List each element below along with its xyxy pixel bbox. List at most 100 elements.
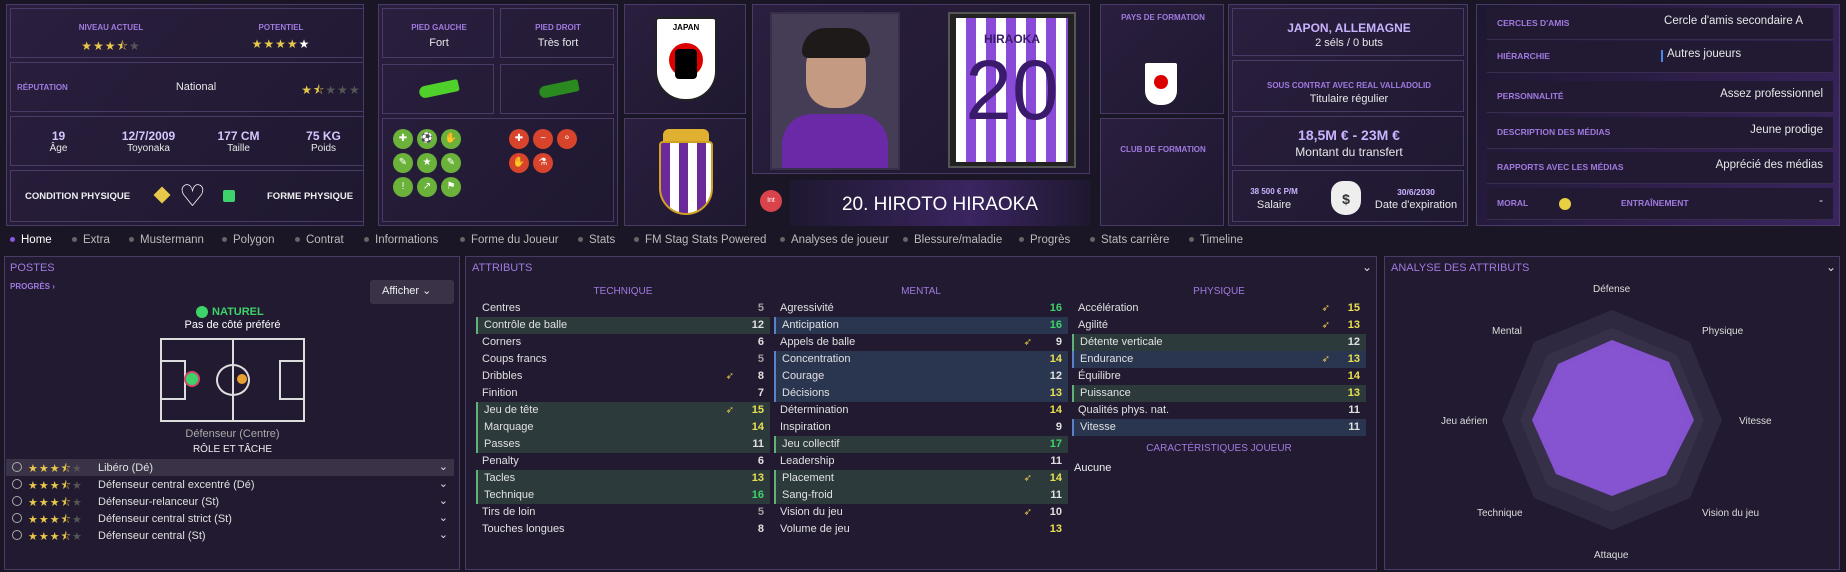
attribute-row[interactable]: Vision du jeu ➶ 10	[774, 504, 1068, 521]
position-marker-primary[interactable]	[184, 371, 200, 387]
role-row[interactable]: ★★★⯪★ Défenseur central excentré (Dé) ⌄	[6, 476, 454, 493]
trait-icon[interactable]: ✎	[441, 153, 461, 173]
attribute-row[interactable]: Passes 11	[476, 436, 770, 453]
attribute-row[interactable]: Courage 12	[774, 368, 1068, 385]
attribute-row[interactable]: Accélération ➶ 15	[1072, 300, 1366, 317]
international-badge[interactable]: Int	[760, 190, 782, 212]
role-row[interactable]: ★★★⯪★ Libéro (Dé) ⌄	[6, 459, 454, 476]
role-row[interactable]: ★★★⯪★ Défenseur central strict (St) ⌄	[6, 510, 454, 527]
info-row-morale[interactable]: MORAL ENTRAÎNEMENT -	[1487, 188, 1833, 220]
attribute-row[interactable]: Détermination 14	[774, 402, 1068, 419]
trait-icon[interactable]: ✎	[393, 153, 413, 173]
attribute-row[interactable]: Sang-froid 11	[774, 487, 1068, 504]
attribute-row[interactable]: Corners 6	[476, 334, 770, 351]
trait-icon[interactable]: ✚	[393, 129, 413, 149]
attribute-row[interactable]: Anticipation 16	[774, 317, 1068, 334]
attribute-row[interactable]: Volume de jeu 13	[774, 521, 1068, 538]
trait-negative-icon[interactable]: ✋	[509, 153, 529, 173]
attribute-row[interactable]: Placement ➶ 14	[774, 470, 1068, 487]
role-radio[interactable]	[12, 479, 22, 489]
tab-stats[interactable]: Stats	[578, 234, 615, 246]
attribute-row[interactable]: Finition 7	[476, 385, 770, 402]
tab-mustermann[interactable]: Mustermann	[129, 234, 204, 246]
tab-polygon[interactable]: Polygon	[222, 234, 275, 246]
trait-negative-icon[interactable]: ⚗	[533, 153, 553, 173]
tab-stats-carriere[interactable]: Stats carrière	[1090, 234, 1169, 246]
info-row-media-description[interactable]: DESCRIPTION DES MÉDIAS Jeune prodige	[1487, 117, 1833, 149]
attribute-row[interactable]: Agressivité 16	[774, 300, 1068, 317]
attribute-row[interactable]: Endurance ➶ 13	[1072, 351, 1366, 368]
attribute-row[interactable]: Équilibre 14	[1072, 368, 1366, 385]
chevron-down-icon[interactable]: ⌄	[439, 460, 448, 473]
attribute-row[interactable]: Puissance 13	[1072, 385, 1366, 402]
trait-negative-icon[interactable]: ~	[533, 129, 553, 149]
trait-icon[interactable]: !	[393, 177, 413, 197]
form-icon	[223, 190, 235, 202]
attribute-row[interactable]: Inspiration 9	[774, 419, 1068, 436]
chevron-down-icon[interactable]: ⌄	[439, 511, 448, 524]
attribute-row[interactable]: Penalty 6	[476, 453, 770, 470]
attribute-value: 12	[1347, 336, 1360, 348]
role-radio[interactable]	[12, 496, 22, 506]
attribute-row[interactable]: Centres 5	[476, 300, 770, 317]
attributes-chevron-icon[interactable]: ⌄	[1362, 260, 1372, 274]
info-row-friends[interactable]: CERCLES D'AMIS Cercle d'amis secondaire A	[1487, 8, 1833, 40]
attribute-row[interactable]: Jeu collectif 17	[774, 436, 1068, 453]
info-row-personality[interactable]: PERSONNALITÉ Assez professionnel	[1487, 81, 1833, 113]
attribute-row[interactable]: Coups francs 5	[476, 351, 770, 368]
attribute-row[interactable]: Technique 16	[476, 487, 770, 504]
attribute-row[interactable]: Marquage 14	[476, 419, 770, 436]
attribute-row[interactable]: Décisions 13	[774, 385, 1068, 402]
tab-informations[interactable]: Informations	[364, 234, 438, 246]
tab-analyses[interactable]: Analyses de joueur	[780, 234, 889, 246]
role-radio[interactable]	[12, 513, 22, 523]
attribute-row[interactable]: Vitesse 11	[1072, 419, 1366, 436]
attribute-name: Jeu de tête	[484, 404, 539, 416]
trait-icon[interactable]: ⚑	[441, 177, 461, 197]
potential-label: POTENTIEL	[258, 23, 304, 32]
attribute-name: Appels de balle	[780, 336, 856, 348]
attribute-row[interactable]: Agilité ➶ 13	[1072, 317, 1366, 334]
attribute-value: 11	[1050, 489, 1062, 501]
role-row[interactable]: ★★★⯪★ Défenseur central (St) ⌄	[6, 527, 454, 544]
attribute-row[interactable]: Appels de balle ➶ 9	[774, 334, 1068, 351]
attribute-row[interactable]: Détente verticale 12	[1072, 334, 1366, 351]
role-radio[interactable]	[12, 530, 22, 540]
chevron-down-icon[interactable]: ⌄	[439, 494, 448, 507]
attribute-row[interactable]: Touches longues 8	[476, 521, 770, 538]
trait-icon[interactable]: ⚽	[417, 129, 437, 149]
role-radio[interactable]	[12, 462, 22, 472]
attribute-name: Contrôle de balle	[484, 319, 568, 331]
tab-timeline[interactable]: Timeline	[1189, 234, 1243, 246]
chevron-down-icon[interactable]: ⌄	[439, 477, 448, 490]
natural-dot-icon	[196, 306, 208, 318]
tab-progres[interactable]: Progrès	[1019, 234, 1070, 246]
attribute-row[interactable]: Contrôle de balle 12	[476, 317, 770, 334]
tab-contrat[interactable]: Contrat	[295, 234, 344, 246]
morale-icon	[1559, 198, 1571, 210]
position-marker-secondary[interactable]	[237, 374, 247, 384]
tab-forme-du-joueur[interactable]: Forme du Joueur	[460, 234, 559, 246]
trait-icon[interactable]: ★	[417, 153, 437, 173]
attribute-row[interactable]: Qualités phys. nat. 11	[1072, 402, 1366, 419]
trait-negative-icon[interactable]: ⚬	[557, 129, 577, 149]
attribute-row[interactable]: Jeu de tête ➶ 15	[476, 402, 770, 419]
tab-fm-stag-stats[interactable]: FM Stag Stats Powered	[634, 234, 766, 246]
chevron-down-icon[interactable]: ⌄	[439, 528, 448, 541]
progress-link[interactable]: PROGRÈS ›	[10, 282, 55, 291]
show-button[interactable]: Afficher ⌄	[370, 280, 454, 304]
trait-icon[interactable]: ↗	[417, 177, 437, 197]
attribute-row[interactable]: Tirs de loin 5	[476, 504, 770, 521]
attribute-row[interactable]: Leadership 11	[774, 453, 1068, 470]
trait-icon[interactable]: ✋	[441, 129, 461, 149]
attribute-row[interactable]: Tacles 13	[476, 470, 770, 487]
trait-negative-icon[interactable]: ✚	[509, 129, 529, 149]
attribute-row[interactable]: Concentration 14	[774, 351, 1068, 368]
tab-blessure[interactable]: Blessure/maladie	[903, 234, 1002, 246]
info-row-media-relations[interactable]: RAPPORTS AVEC LES MÉDIAS Apprécié des méd…	[1487, 152, 1833, 184]
tab-extra[interactable]: Extra	[72, 234, 110, 246]
role-row[interactable]: ★★★⯪★ Défenseur-relanceur (St) ⌄	[6, 493, 454, 510]
attribute-row[interactable]: Dribbles ➶ 8	[476, 368, 770, 385]
tab-home[interactable]: Home	[10, 234, 52, 246]
info-row-hierarchy[interactable]: HIÉRARCHIE Autres joueurs	[1487, 41, 1833, 73]
